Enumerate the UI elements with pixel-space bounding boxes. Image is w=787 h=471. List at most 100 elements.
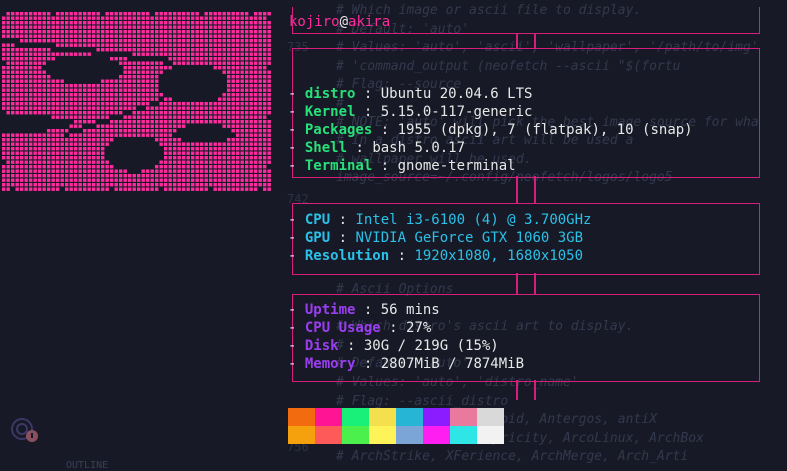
connector-4a [516,380,518,400]
info-dash: - [288,104,305,120]
ascii-logo-art [2,12,271,191]
info-line-distro: - distro : Ubuntu 20.04.6 LTS [288,86,532,104]
info-line-shell: - Shell : bash 5.0.17 [288,140,465,158]
info-line-kernel: - Kernel : 5.15.0-117-generic [288,104,532,122]
connector-4b [534,380,536,400]
info-key: Uptime [304,302,356,318]
info-value: 5.15.0-117-generic [380,104,533,120]
info-dash: - [288,338,305,354]
editor-line-number: 735 [287,40,309,54]
info-line-cpu-usage: - CPU Usage : 27% [288,320,431,338]
palette-swatch [369,426,396,444]
info-line-packages: - Packages : 1955 (dpkg), 7 (flatpak), 1… [288,122,693,140]
info-value: 2807MiB / 7874MiB [380,356,525,372]
user-host-header: kojiro@akira [289,14,390,30]
palette-swatch [315,408,342,426]
info-key: Memory [304,356,356,372]
info-line-terminal: - Terminal : gnome-terminal [288,158,516,176]
info-key: Resolution [304,248,390,264]
info-key: Packages [304,122,373,138]
info-key: Disk [304,338,339,354]
palette-swatch [342,408,369,426]
palette-swatch [288,426,315,444]
hostname: akira [348,14,391,30]
palette-swatch [450,426,477,444]
info-key: Terminal [304,158,373,174]
info-value: 1920x1080, 1680x1050 [414,248,584,264]
info-key: distro [304,86,356,102]
info-line-cpu: - CPU : Intel i3-6100 (4) @ 3.700GHz [288,212,591,230]
info-line-resolution: - Resolution : 1920x1080, 1680x1050 [288,248,583,266]
info-value: Intel i3-6100 (4) @ 3.700GHz [355,212,592,228]
editor-line: # ArchStrike, XFerience, ArchMerge, Arch… [336,449,689,465]
palette-swatch [423,426,450,444]
info-line-disk: - Disk : 30G / 219G (15%) [288,338,499,356]
editor-line: # Values: 'auto', 'distro_name' [336,375,579,390]
info-value: 30G / 219G (15%) [363,338,499,354]
palette-swatch [423,408,450,426]
info-value: bash 5.0.17 [372,140,466,156]
info-separator: : [347,140,373,156]
info-value: Ubuntu 20.04.6 LTS [380,86,533,102]
info-dash: - [288,248,305,264]
palette-swatch [396,426,423,444]
info-dash: - [288,302,305,318]
connector-3b [534,273,536,294]
info-value: 1955 (dpkg), 7 (flatpak), 10 (snap) [397,122,693,138]
info-separator: : [380,320,407,336]
info-separator: : [338,338,364,354]
info-dash: - [288,158,305,174]
info-separator: : [372,158,398,174]
info-line-gpu: - GPU : NVIDIA GeForce GTX 1060 3GB [288,230,583,248]
palette-swatch [396,408,423,426]
info-separator: : [355,104,381,120]
info-separator: : [330,230,356,246]
palette-swatch [315,426,342,444]
info-key: Shell [304,140,348,156]
info-value: NVIDIA GeForce GTX 1060 3GB [355,230,584,246]
editor-line-number: 742 [287,192,309,206]
connector-3a [516,273,518,294]
info-value: gnome-terminal [397,158,516,174]
info-key: GPU [304,230,331,246]
palette-swatch [342,426,369,444]
editor-line: # Values: 'auto', 'ascii', 'wallpaper', … [336,40,759,56]
info-value: 56 mins [380,302,440,318]
info-dash: - [288,140,305,156]
editor-line: # Ascii Options [336,282,454,297]
editor-line: # 'command_output (neofetch --ascii "$(f… [336,58,681,74]
info-dash: - [288,320,305,336]
info-dash: - [288,356,305,372]
palette-swatch [288,408,315,426]
ascii-logo [2,12,272,192]
connector-1a [516,33,518,48]
info-dash: - [288,212,305,228]
info-dash: - [288,86,305,102]
info-key: CPU [304,212,331,228]
info-key: Kernel [304,104,356,120]
accounts-icon[interactable] [10,416,40,446]
palette-swatch [477,426,504,444]
palette-swatch [369,408,396,426]
info-value: 27% [406,320,432,336]
palette-swatch [477,408,504,426]
editor-line: # Flag: --ascii_distro [336,393,509,409]
accounts-icon-glyph [11,418,38,442]
connector-1b [534,33,536,48]
info-separator: : [330,212,356,228]
info-separator: : [355,86,381,102]
info-line-uptime: - Uptime : 56 mins [288,302,440,320]
info-separator: : [389,248,415,264]
connector-2b [534,176,536,203]
connector-2a [516,176,518,203]
palette-swatch [450,408,477,426]
info-dash: - [288,230,305,246]
username: kojiro [289,14,340,30]
info-separator: : [355,302,381,318]
info-separator: : [372,122,398,138]
at-sign: @ [339,14,349,30]
info-dash: - [288,122,305,138]
info-separator: : [355,356,381,372]
info-line-memory: - Memory : 2807MiB / 7874MiB [288,356,524,374]
info-key: CPU Usage [304,320,381,336]
